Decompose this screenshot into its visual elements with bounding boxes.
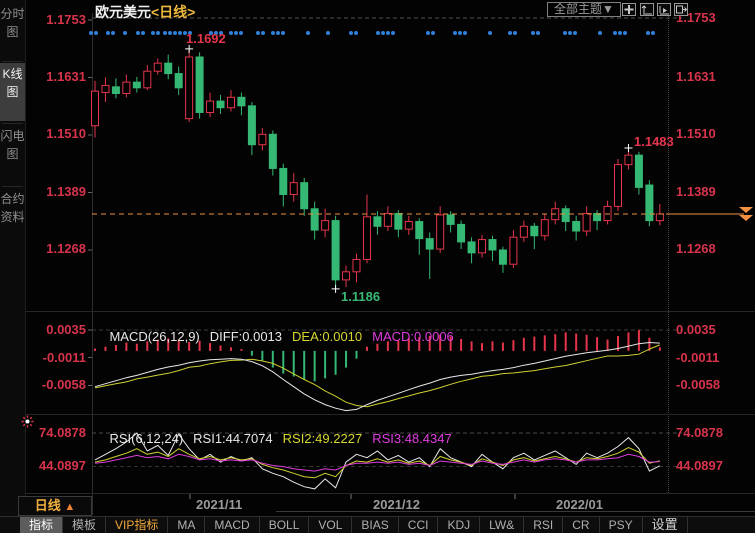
y-axis-zoom-icon[interactable]	[640, 3, 654, 16]
macd-dea-value: DEA:0.0010	[292, 329, 362, 344]
price-tick-label: 1.1389	[22, 185, 86, 199]
indicator-toolbar: 指标 模板 VIP指标 MA MACD BOLL VOL BIAS CCI KD…	[0, 516, 755, 533]
toolbar-item-ma[interactable]: MA	[168, 517, 205, 533]
toolbar-item-cr[interactable]: CR	[563, 517, 599, 533]
rsi1-value: RSI1:44.7074	[193, 431, 273, 446]
x-axis-date: 2021/11	[196, 497, 242, 512]
toolbar-item-bias[interactable]: BIAS	[352, 517, 398, 533]
toolbar-item-vol[interactable]: VOL	[309, 517, 352, 533]
x-axis-date: 2022/01	[556, 497, 603, 512]
period-selector[interactable]: 日线 ▲	[18, 496, 92, 516]
macd-tick-label: 0.0035	[676, 323, 716, 337]
price-tick-label: 1.1268	[22, 242, 86, 256]
low-price-annotation: 1.1186	[341, 289, 380, 304]
chevron-up-icon: ▲	[64, 501, 75, 513]
rsi-header: RSI(6,12,24) RSI1:44.7074 RSI2:49.2227 RSI3…	[95, 416, 462, 461]
candles-layer	[92, 49, 664, 289]
crosshair-icon[interactable]	[622, 3, 636, 16]
macd-tick-label: -0.0011	[22, 351, 86, 365]
price-tick-label: 1.1268	[676, 242, 716, 256]
toolbar-item-indicator[interactable]: 指标	[20, 517, 63, 533]
price-tick-label: 1.1510	[22, 127, 86, 141]
rsi-tick-label: 44.0897	[676, 459, 723, 473]
toolbar-item-settings[interactable]: 设置	[643, 517, 688, 533]
price-tick-label: 1.1510	[676, 127, 716, 141]
macd-tick-label: -0.0058	[676, 378, 720, 392]
marker-dots-layer	[89, 31, 655, 35]
toolbar-item-boll[interactable]: BOLL	[260, 517, 310, 533]
period-tag: <日线>	[151, 4, 195, 20]
macd-bar-value: MACD:0.0006	[372, 329, 454, 344]
toolbar-item-macd[interactable]: MACD	[205, 517, 259, 533]
theme-selector-dropdown[interactable]: 全部主题▼	[547, 2, 621, 17]
macd-params: MACD(26,12,9)	[109, 329, 199, 344]
macd-tick-label: -0.0011	[676, 351, 719, 365]
price-tick-label: 1.1753	[22, 13, 86, 27]
x-axis-date: 2021/12	[373, 497, 420, 512]
toolbar-item-template[interactable]: 模板	[63, 517, 106, 533]
toolbar-item-kdj[interactable]: KDJ	[438, 517, 480, 533]
toolbar-item-lwr[interactable]: LW&	[480, 517, 524, 533]
macd-diff-value: DIFF:0.0013	[210, 329, 282, 344]
rsi-tick-label: 44.0897	[22, 459, 86, 473]
recent-high-annotation: 1.1483	[634, 134, 674, 149]
high-price-annotation: 1.1692	[186, 31, 226, 46]
chart-title: 欧元美元<日线>	[95, 2, 195, 22]
macd-header: MACD(26,12,9) DIFF:0.0013 DEA:0.0010 MACD:0…	[95, 314, 464, 359]
price-tick-label: 1.1389	[676, 185, 716, 199]
macd-tick-label: 0.0035	[22, 323, 86, 337]
rsi-tick-label: 74.0878	[22, 426, 86, 440]
toolbar-item-psy[interactable]: PSY	[600, 517, 643, 533]
symbol-name: 欧元美元	[95, 4, 151, 20]
toolbar-item-vip-indicator[interactable]: VIP指标	[106, 517, 168, 533]
toolbar-item-rsi[interactable]: RSI	[524, 517, 563, 533]
rsi-tick-label: 74.0878	[676, 426, 723, 440]
futures-chart-window: 分时图 K线图 闪电图 合约资料 欧元美元<日线> 全部主题▼ 1.1753 1…	[0, 0, 755, 533]
rsi2-value: RSI2:49.2227	[283, 431, 363, 446]
extreme-cross-marker	[332, 285, 340, 293]
macd-tick-label: -0.0058	[22, 378, 86, 392]
rsi-params: RSI(6,12,24)	[109, 431, 183, 446]
toolbar-item-cci[interactable]: CCI	[399, 517, 439, 533]
price-tick-label: 1.1631	[676, 70, 716, 84]
x-axis-zoom-icon[interactable]	[657, 3, 671, 16]
extreme-cross-marker	[624, 144, 632, 152]
extreme-cross-marker	[185, 45, 193, 53]
period-label: 日线	[35, 498, 61, 513]
pan-to-latest-icon[interactable]	[674, 3, 688, 16]
rsi3-value: RSI3:48.4347	[372, 431, 452, 446]
price-tick-label: 1.1631	[22, 70, 86, 84]
